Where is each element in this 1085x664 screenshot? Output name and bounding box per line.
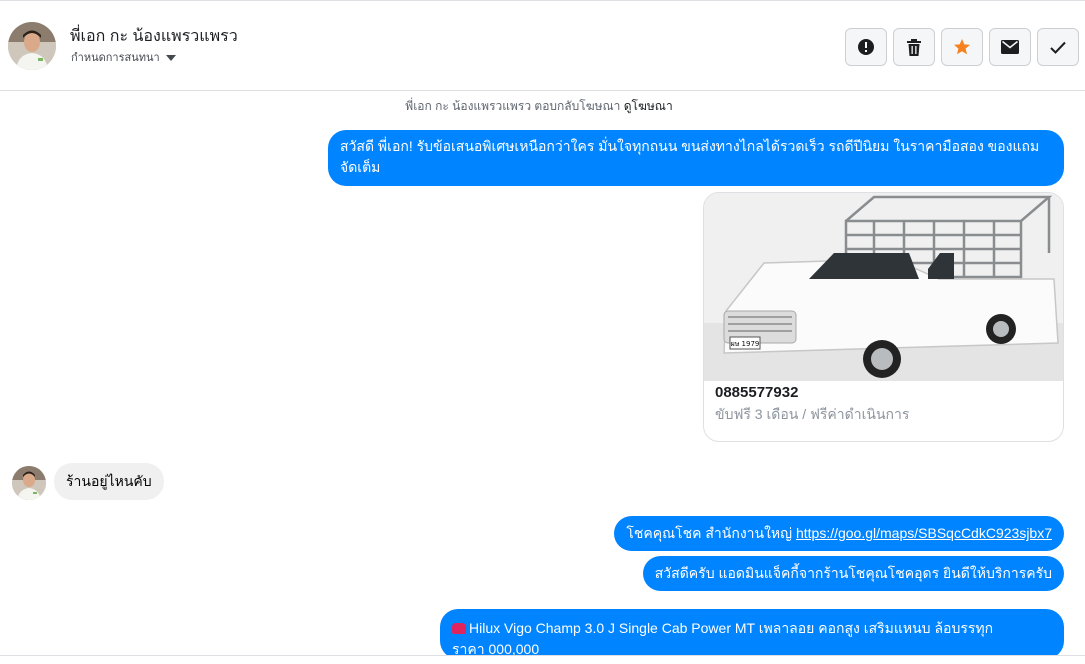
alert-circle-icon [858,39,874,55]
star-button[interactable] [941,28,983,66]
contact-avatar[interactable] [8,22,56,70]
contact-name[interactable]: พี่เอก กะ น้องแพรวแพรว [70,24,238,49]
map-link[interactable]: https://goo.gl/maps/SBSqcCdkC923sjbx7 [796,525,1052,541]
customer-avatar [12,466,46,500]
star-icon [954,39,970,55]
assign-label: กำหนดการสนทนา [71,52,160,64]
car-icon [452,623,466,634]
ad-card-title: 0885577932 [715,384,799,401]
ad-card-image: ผษ 1979 [704,193,1063,381]
trash-icon [907,38,921,56]
vehicle-info-text: Hilux Vigo Champ 3.0 J Single Cab Power … [469,620,994,636]
conversation-header: พี่เอก กะ น้องแพรวแพรว กำหนดการสนทนา [0,0,1085,91]
plate-text: ผษ 1979 [731,340,760,348]
location-text: โชคคุณโชค สำนักงานใหญ่ [626,525,796,541]
header-actions [845,28,1079,66]
envelope-icon [1001,40,1019,54]
outgoing-message-greeting: สวัสดีครับ แอดมินแจ็คกี้จากร้านโชคุณโชคอ… [642,556,1064,591]
outgoing-message-vehicle: Hilux Vigo Champ 3.0 J Single Cab Power … [440,609,1064,659]
ad-card-subtitle: ขับฟรี 3 เดือน / ฟรีค่าดำเนินการ [715,406,910,422]
mark-done-button[interactable] [1037,28,1079,66]
caret-down-icon [165,55,176,61]
assign-conversation-dropdown[interactable]: กำหนดการสนทนา [71,48,176,66]
outgoing-message-location: โชคคุณโชค สำนักงานใหญ่ https://goo.gl/ma… [614,516,1064,551]
report-button[interactable] [845,28,887,66]
outgoing-message-ad-reply: สวัสดี พี่เอก! รับข้อเสนอพิเศษเหนือกว่าใ… [328,130,1064,186]
incoming-message: ร้านอยู่ไหนคับ [54,463,164,500]
ad-reply-note: พี่เอก กะ น้องแพรวแพรว ตอบกลับโฆษณา ดูโฆ… [0,97,1078,116]
view-ad-link[interactable]: ดูโฆษณา [624,99,673,113]
ad-card[interactable]: ผษ 1979 0885577932 ขับฟรี 3 เดือน / ฟรีค… [703,192,1064,442]
ad-reply-text: พี่เอก กะ น้องแพรวแพรว ตอบกลับโฆษณา [405,99,621,113]
delete-button[interactable] [893,28,935,66]
composer-area[interactable] [0,655,1085,664]
check-icon [1050,41,1066,54]
mark-unread-button[interactable] [989,28,1031,66]
